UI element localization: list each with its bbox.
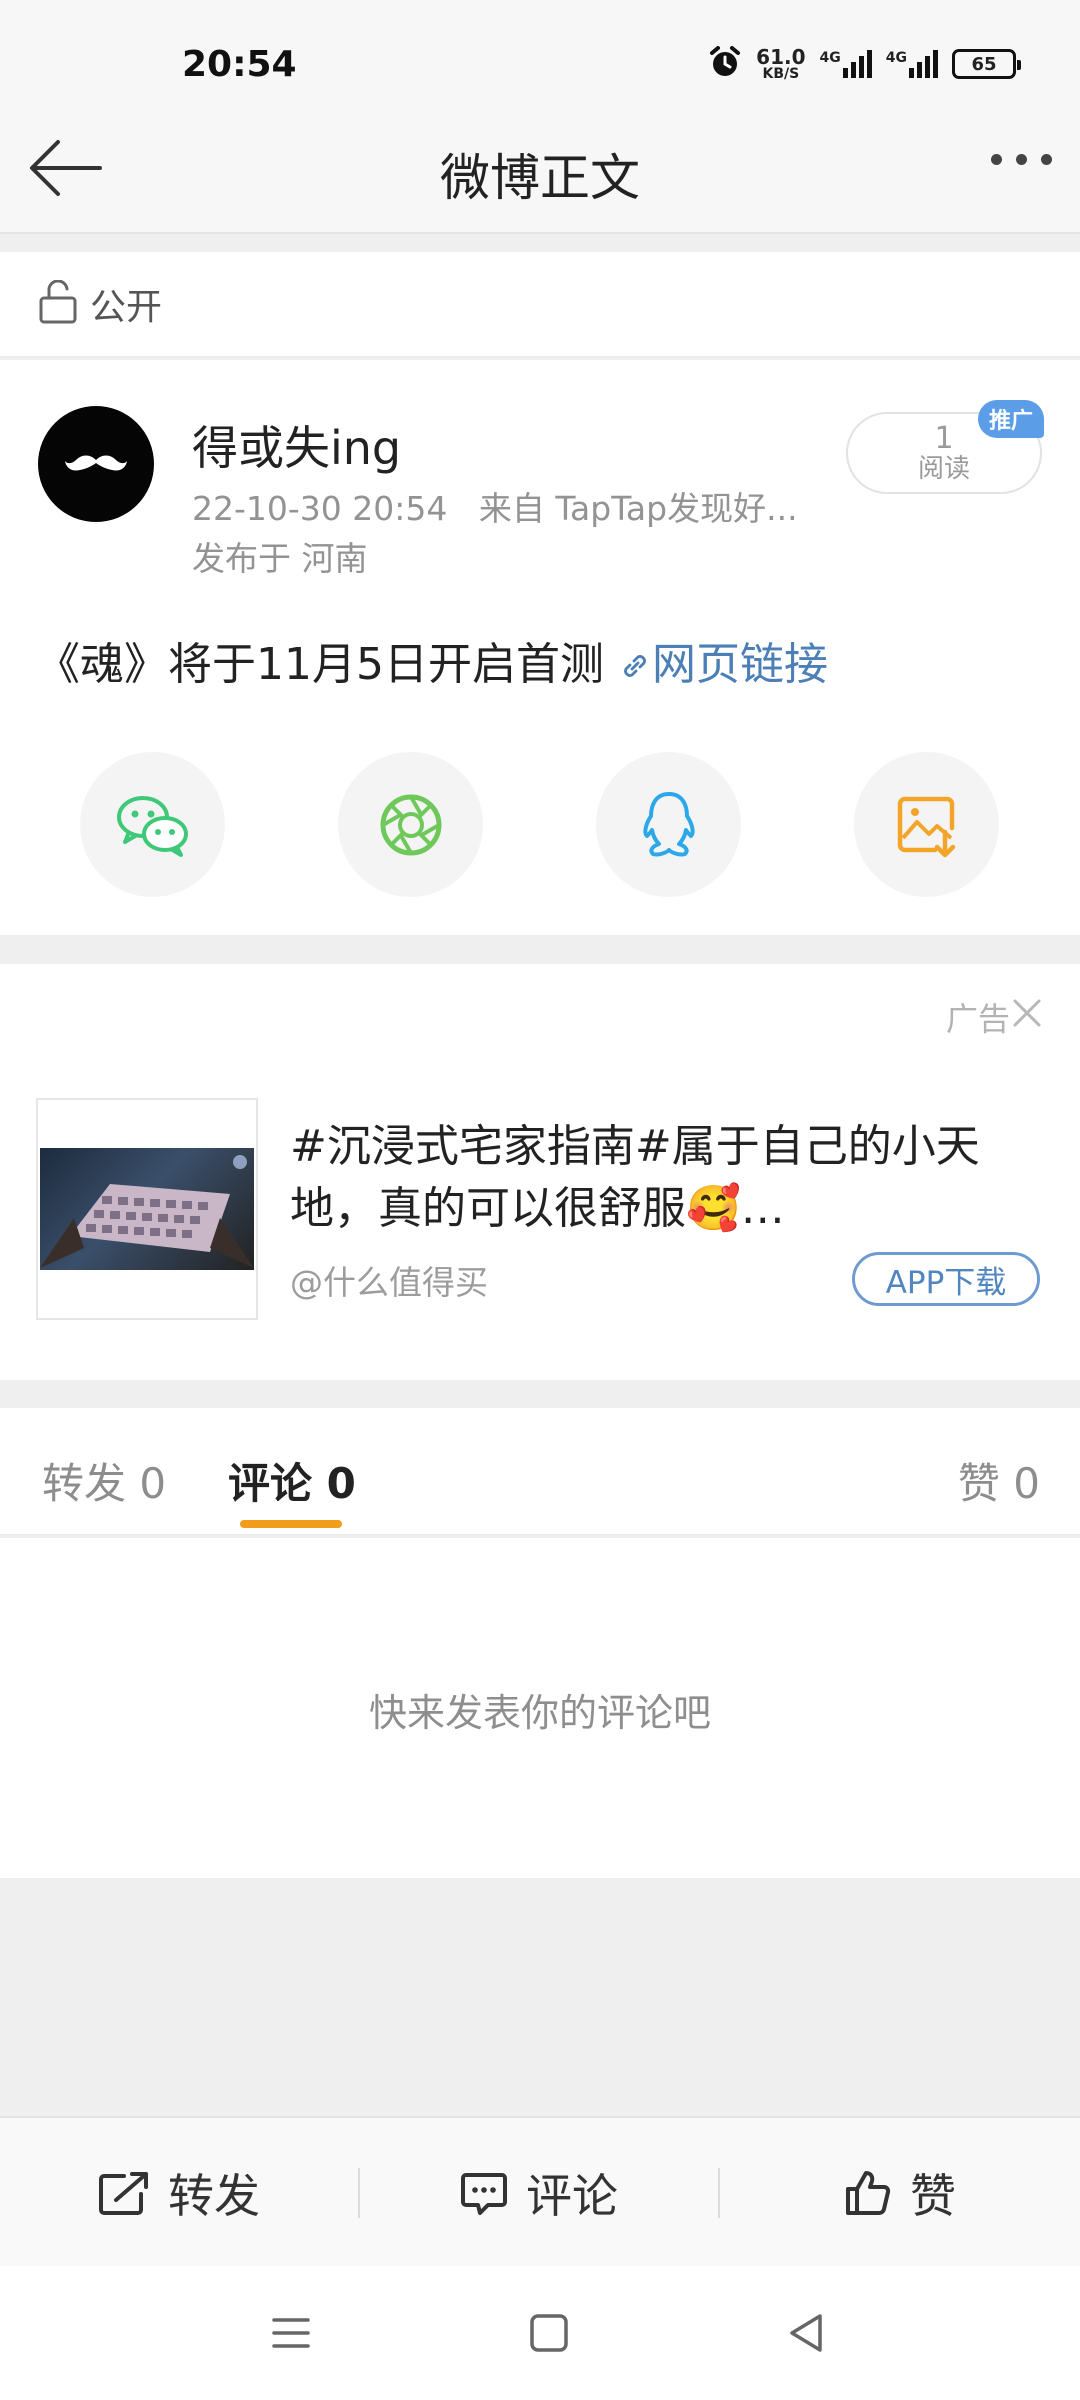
ad-image bbox=[40, 1148, 254, 1270]
app-download-button[interactable]: APP下载 bbox=[852, 1252, 1040, 1306]
post-source: 来自 TapTap发现好... bbox=[478, 489, 798, 528]
ad-label: 广告 bbox=[945, 1000, 1010, 1038]
moments-icon bbox=[380, 794, 441, 855]
share-qq-button[interactable] bbox=[596, 752, 741, 897]
tab-likes[interactable]: 赞 0 bbox=[958, 1450, 1040, 1511]
post-body: 《魂》将于11月5日开启首测 bbox=[36, 639, 604, 690]
like-label: 赞 bbox=[910, 2169, 956, 2223]
like-button[interactable]: 赞 bbox=[844, 2118, 956, 2268]
tab-reposts[interactable]: 转发 0 bbox=[42, 1450, 166, 1511]
status-time: 20:54 bbox=[182, 44, 297, 85]
screen: 20:54 61.0 KB/S 4G 4G 65 微博正文 公开 得或失ing … bbox=[0, 0, 1080, 2400]
close-icon[interactable] bbox=[1012, 998, 1042, 1028]
post-card: 得或失ing 22-10-30 20:54 来自 TapTap发现好... 发布… bbox=[0, 360, 1080, 935]
visibility-label: 公开 bbox=[90, 287, 163, 328]
unlock-icon bbox=[38, 279, 78, 328]
comment-icon bbox=[461, 2173, 507, 2215]
qq-icon bbox=[642, 791, 695, 856]
menu-icon[interactable] bbox=[266, 2308, 316, 2358]
signal-icon-2: 4G bbox=[886, 50, 938, 78]
ad-card[interactable]: 广告 #沉浸式宅家指南#属于自己的小天地，真的可以很舒服🥰… @什么值得买 AP… bbox=[0, 964, 1080, 1380]
share-moments-button[interactable] bbox=[338, 752, 483, 897]
network-speed: 61.0 KB/S bbox=[756, 45, 806, 82]
wechat-icon bbox=[116, 795, 188, 857]
post-location: 发布于 河南 bbox=[192, 539, 368, 578]
repost-icon bbox=[99, 2172, 148, 2215]
save-image-icon bbox=[897, 796, 955, 857]
divider bbox=[718, 2168, 720, 2218]
web-link-label: 网页链接 bbox=[651, 639, 828, 690]
repost-label: 转发 bbox=[168, 2169, 260, 2223]
repost-button[interactable]: 转发 bbox=[98, 2118, 260, 2268]
promote-badge[interactable]: 推广 bbox=[978, 400, 1044, 438]
ad-title[interactable]: #沉浸式宅家指南#属于自己的小天地，真的可以很舒服🥰… bbox=[290, 1116, 1050, 1240]
empty-comments-text: 快来发表你的评论吧 bbox=[368, 1691, 711, 1735]
share-row bbox=[0, 752, 1080, 897]
comment-label: 评论 bbox=[526, 2169, 618, 2223]
status-bar: 20:54 61.0 KB/S 4G 4G 65 bbox=[0, 0, 1080, 100]
post-meta: 22-10-30 20:54 来自 TapTap发现好... bbox=[192, 482, 798, 530]
interaction-tabs: 转发 0 评论 0 赞 0 bbox=[0, 1408, 1080, 1536]
post-text: 《魂》将于11月5日开启首测 网页链接 bbox=[36, 628, 828, 692]
save-image-button[interactable] bbox=[854, 752, 999, 897]
bottom-action-bar: 转发 评论 赞 bbox=[0, 2116, 1080, 2266]
share-wechat-button[interactable] bbox=[80, 752, 225, 897]
battery-icon: 65 bbox=[952, 49, 1021, 79]
visibility-bar: 公开 bbox=[0, 252, 1080, 358]
read-label: 阅读 bbox=[917, 454, 970, 484]
comment-button[interactable]: 评论 bbox=[460, 2118, 618, 2268]
web-link[interactable]: 网页链接 bbox=[618, 639, 828, 690]
back-triangle-icon[interactable] bbox=[782, 2308, 832, 2358]
home-icon[interactable] bbox=[524, 2308, 574, 2358]
ad-thumbnail[interactable] bbox=[36, 1098, 258, 1320]
page-title: 微博正文 bbox=[440, 149, 640, 207]
more-dots-icon[interactable] bbox=[991, 154, 1052, 165]
mustache-icon bbox=[65, 455, 127, 471]
username[interactable]: 得或失ing bbox=[192, 412, 401, 478]
signal-icon: 4G bbox=[820, 50, 872, 78]
divider bbox=[358, 2168, 360, 2218]
alarm-icon bbox=[708, 45, 742, 83]
status-icons: 61.0 KB/S 4G 4G 65 bbox=[708, 42, 1021, 86]
ad-source: @什么值得买 bbox=[290, 1263, 488, 1302]
avatar[interactable] bbox=[38, 406, 154, 522]
tab-comments[interactable]: 评论 0 bbox=[228, 1450, 356, 1511]
link-icon bbox=[624, 655, 646, 677]
comments-list: 快来发表你的评论吧 bbox=[0, 1538, 1080, 1878]
thumbs-up-icon bbox=[846, 2171, 891, 2215]
active-tab-indicator bbox=[240, 1520, 342, 1528]
system-nav-bar bbox=[0, 2266, 1080, 2400]
nav-bar: 微博正文 bbox=[0, 100, 1080, 234]
post-time: 22-10-30 20:54 bbox=[192, 489, 448, 528]
